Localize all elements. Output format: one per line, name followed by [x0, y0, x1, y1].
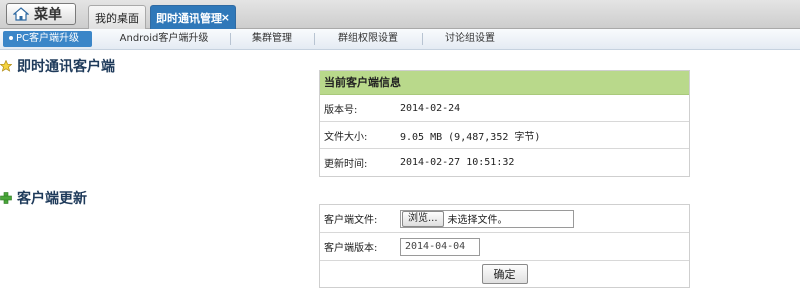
subnav-item-cluster-management[interactable]: 集群管理 — [236, 29, 308, 49]
form-actions: 确定 — [320, 261, 689, 287]
menu-button[interactable]: 菜单 — [6, 3, 76, 25]
tab-label: 我的桌面 — [95, 11, 139, 25]
subnav-label: Android客户端升级 — [119, 33, 209, 44]
section-title: 客户端更新 — [17, 191, 87, 207]
divider — [314, 33, 315, 45]
table-row: 文件大小: 9.05 MB (9,487,352 字节) — [320, 122, 689, 149]
subnav-label: 集群管理 — [252, 33, 292, 44]
section-title: 即时通讯客户端 — [17, 59, 115, 75]
tab-label: 即时通讯管理 — [156, 11, 222, 25]
version-value: 2014-02-24 — [400, 102, 461, 114]
version-input[interactable] — [400, 237, 480, 256]
divider — [230, 33, 231, 45]
file-input[interactable]: 浏览... 未选择文件。 — [400, 209, 574, 228]
sub-nav: PC客户端升级 Android客户端升级 集群管理 群组权限设置 讨论组设置 — [0, 29, 800, 50]
update-section-heading: 客户端更新 — [0, 188, 87, 208]
close-icon[interactable]: × — [221, 11, 230, 24]
subnav-item-pc-client-upgrade[interactable]: PC客户端升级 — [3, 31, 92, 47]
star-icon — [0, 60, 12, 72]
client-info-table: 当前客户端信息 版本号: 2014-02-24 文件大小: 9.05 MB (9… — [319, 70, 690, 177]
divider — [422, 33, 423, 45]
tab-my-desktop[interactable]: 我的桌面 — [88, 5, 146, 29]
subnav-label: 讨论组设置 — [445, 33, 495, 44]
version-field-label: 客户端版本: — [324, 243, 378, 254]
form-row: 客户端文件: 浏览... 未选择文件。 — [320, 205, 689, 233]
update-time-value: 2014-02-27 10:51:32 — [400, 157, 515, 168]
subnav-item-android-client-upgrade[interactable]: Android客户端升级 — [104, 29, 224, 49]
table-header: 当前客户端信息 — [320, 71, 689, 95]
form-row: 客户端版本: — [320, 233, 689, 261]
file-size-value: 9.05 MB (9,487,352 字节) — [400, 131, 541, 143]
subnav-label: PC客户端升级 — [16, 33, 80, 44]
table-row: 版本号: 2014-02-24 — [320, 95, 689, 122]
field-label: 更新时间: — [324, 159, 368, 170]
client-section-heading: 即时通讯客户端 — [0, 56, 115, 76]
top-bar: 菜单 我的桌面 即时通讯管理 × — [0, 0, 800, 29]
field-label: 文件大小: — [324, 131, 368, 143]
file-status-text: 未选择文件。 — [447, 215, 508, 226]
subnav-label: 群组权限设置 — [338, 33, 398, 44]
table-row: 更新时间: 2014-02-27 10:51:32 — [320, 149, 689, 176]
field-label: 版本号: — [324, 104, 358, 116]
tab-im-management[interactable]: 即时通讯管理 × — [150, 5, 236, 29]
confirm-button[interactable]: 确定 — [481, 264, 528, 284]
browse-button[interactable]: 浏览... — [402, 210, 444, 227]
client-update-form: 客户端文件: 浏览... 未选择文件。 客户端版本: 确定 — [319, 204, 690, 288]
plus-icon — [0, 192, 12, 204]
file-field-label: 客户端文件: — [324, 215, 378, 226]
subnav-item-group-permissions[interactable]: 群组权限设置 — [320, 29, 416, 49]
bullet-icon — [9, 36, 13, 40]
menu-label: 菜单 — [34, 7, 62, 23]
subnav-item-discussion-settings[interactable]: 讨论组设置 — [428, 29, 512, 49]
home-icon — [13, 7, 29, 21]
